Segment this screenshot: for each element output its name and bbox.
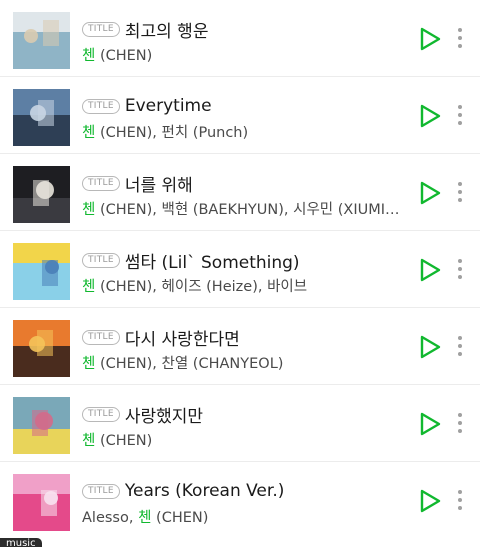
title-badge: TITLE — [82, 329, 120, 345]
title-badge: TITLE — [82, 98, 120, 114]
song-info: TITLE 너를 위해첸 (CHEN), 백현 (BAEKHYUN), 시우민 (… — [82, 168, 400, 221]
artist-line[interactable]: 첸 (CHEN) — [82, 45, 400, 67]
album-art-thumbnail[interactable] — [13, 397, 70, 454]
album-art-thumbnail[interactable] — [13, 89, 70, 146]
title-line: TITLE Everytime — [82, 91, 400, 121]
artist-line[interactable]: 첸 (CHEN), 펀치 (Punch) — [82, 122, 400, 144]
title-line: TITLE 최고의 행운 — [82, 14, 400, 44]
more-options-icon[interactable] — [452, 99, 468, 131]
play-icon[interactable] — [418, 334, 442, 360]
song-row[interactable]: TITLE 썸타 (Lil` Something) 첸 (CHEN), 헤이즈 (H… — [0, 231, 480, 308]
title-badge: TITLE — [82, 406, 120, 422]
more-options-icon[interactable] — [452, 176, 468, 208]
song-row[interactable]: TITLE 다시 사랑한다면첸 (CHEN), 찬열 (CHANYEOL) — [0, 308, 480, 385]
play-icon[interactable] — [418, 411, 442, 437]
play-icon[interactable] — [418, 180, 442, 206]
artist-name-highlighted: 첸 — [82, 279, 96, 295]
song-list: TITLE 최고의 행운첸 (CHEN) TITLE Everytime 첸 (CHEN… — [0, 0, 480, 539]
song-info: TITLE 다시 사랑한다면첸 (CHEN), 찬열 (CHANYEOL) — [82, 322, 400, 375]
artist-name: Alesso, — [82, 510, 139, 526]
song-title[interactable]: 최고의 행운 — [125, 17, 209, 42]
artist-name: (CHEN) — [95, 433, 153, 449]
play-icon[interactable] — [418, 26, 442, 52]
artist-name-highlighted: 첸 — [82, 125, 96, 141]
artist-name-highlighted: 첸 — [138, 510, 152, 526]
song-row[interactable]: TITLE 최고의 행운첸 (CHEN) — [0, 0, 480, 77]
title-line: TITLE 사랑했지만 — [82, 399, 400, 429]
more-options-icon[interactable] — [452, 484, 468, 516]
album-art-thumbnail[interactable] — [13, 243, 70, 300]
album-art-thumbnail[interactable] — [13, 320, 70, 377]
song-info: TITLE Years (Korean Ver.) Alesso, 첸 (CHEN) — [82, 476, 400, 529]
song-title[interactable]: 너를 위해 — [125, 171, 193, 196]
more-options-icon[interactable] — [452, 330, 468, 362]
album-art-thumbnail[interactable] — [13, 474, 70, 531]
artist-name-highlighted: 첸 — [82, 202, 96, 218]
more-options-icon[interactable] — [452, 407, 468, 439]
artist-name-highlighted: 첸 — [82, 433, 96, 449]
music-tag: music — [0, 538, 42, 547]
play-icon[interactable] — [418, 488, 442, 514]
artist-line[interactable]: 첸 (CHEN) — [82, 430, 400, 452]
play-icon[interactable] — [418, 103, 442, 129]
more-options-icon[interactable] — [452, 22, 468, 54]
artist-name: (CHEN), 찬열 (CHANYEOL) — [95, 356, 284, 372]
title-line: TITLE 너를 위해 — [82, 168, 400, 198]
title-badge: TITLE — [82, 21, 120, 37]
song-row[interactable]: TITLE 너를 위해첸 (CHEN), 백현 (BAEKHYUN), 시우민 (… — [0, 154, 480, 231]
song-title[interactable]: 사랑했지만 — [125, 402, 203, 427]
song-title[interactable]: 썸타 (Lil` Something) — [125, 248, 300, 273]
artist-name: (CHEN), 헤이즈 (Heize), 바이브 — [95, 279, 308, 295]
artist-name: (CHEN) — [151, 510, 209, 526]
title-line: TITLE Years (Korean Ver.) — [82, 476, 400, 506]
artist-line[interactable]: Alesso, 첸 (CHEN) — [82, 507, 400, 529]
artist-name: (CHEN), 백현 (BAEKHYUN), 시우민 (XIUMIN) — [95, 202, 400, 218]
song-row[interactable]: TITLE Everytime 첸 (CHEN), 펀치 (Punch) — [0, 77, 480, 154]
more-options-icon[interactable] — [452, 253, 468, 285]
title-badge: TITLE — [82, 175, 120, 191]
artist-name-highlighted: 첸 — [82, 356, 96, 372]
title-line: TITLE 썸타 (Lil` Something) — [82, 245, 400, 275]
artist-line[interactable]: 첸 (CHEN), 찬열 (CHANYEOL) — [82, 353, 400, 375]
artist-line[interactable]: 첸 (CHEN), 백현 (BAEKHYUN), 시우민 (XIUMIN) — [82, 199, 400, 221]
song-info: TITLE 사랑했지만첸 (CHEN) — [82, 399, 400, 452]
title-badge: TITLE — [82, 252, 120, 268]
play-icon[interactable] — [418, 257, 442, 283]
album-art-thumbnail[interactable] — [13, 166, 70, 223]
artist-name: (CHEN), 펀치 (Punch) — [95, 125, 249, 141]
title-badge: TITLE — [82, 483, 120, 499]
song-title[interactable]: Everytime — [125, 96, 212, 116]
artist-line[interactable]: 첸 (CHEN), 헤이즈 (Heize), 바이브 — [82, 276, 400, 298]
song-info: TITLE Everytime 첸 (CHEN), 펀치 (Punch) — [82, 91, 400, 144]
title-line: TITLE 다시 사랑한다면 — [82, 322, 400, 352]
album-art-thumbnail[interactable] — [13, 12, 70, 69]
song-title[interactable]: 다시 사랑한다면 — [125, 325, 240, 350]
song-info: TITLE 최고의 행운첸 (CHEN) — [82, 14, 400, 67]
artist-name-highlighted: 첸 — [82, 48, 96, 64]
song-info: TITLE 썸타 (Lil` Something) 첸 (CHEN), 헤이즈 (H… — [82, 245, 400, 298]
song-row[interactable]: TITLE 사랑했지만첸 (CHEN) — [0, 385, 480, 462]
song-title[interactable]: Years (Korean Ver.) — [125, 481, 285, 501]
artist-name: (CHEN) — [95, 48, 153, 64]
song-row[interactable]: TITLE Years (Korean Ver.) Alesso, 첸 (CHEN) — [0, 462, 480, 539]
